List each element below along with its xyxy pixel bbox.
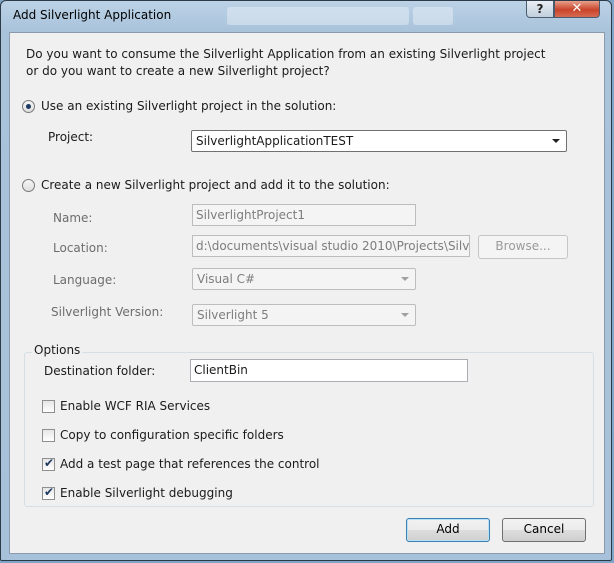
add-button[interactable]: Add [406,518,490,542]
chevron-down-icon [401,277,409,281]
checkmark-icon: ✔ [44,456,55,470]
language-value: Visual C# [197,272,256,286]
wcf-ria-label[interactable]: Enable WCF RIA Services [60,399,210,413]
wcf-ria-checkbox[interactable] [42,400,55,413]
use-existing-radio[interactable] [22,100,35,113]
location-label: Location: [53,241,108,255]
language-label: Language: [53,273,117,287]
title-bar[interactable]: Add Silverlight Application ? ✕ [1,1,613,31]
checkmark-icon: ✔ [44,485,55,499]
test-page-checkbox[interactable]: ✔ [42,456,55,471]
cancel-button[interactable]: Cancel [502,518,586,542]
background-blur [413,7,453,25]
project-value: SilverlightApplicationTEST [196,134,354,148]
version-label: Silverlight Version: [51,305,164,319]
test-page-label[interactable]: Add a test page that references the cont… [60,457,320,471]
use-existing-label[interactable]: Use an existing Silverlight project in t… [41,99,336,113]
destination-folder-value: ClientBin [194,363,248,377]
project-select[interactable]: SilverlightApplicationTEST [191,130,567,152]
version-value: Silverlight 5 [197,308,269,322]
radio-selected-dot [26,104,31,109]
chevron-down-icon [401,313,409,317]
destination-folder-input[interactable]: ClientBin [190,359,468,382]
language-select[interactable]: Visual C# [192,268,416,290]
help-button[interactable]: ? [526,1,554,18]
silverlight-debugging-checkbox[interactable]: ✔ [42,485,55,500]
dialog-title: Add Silverlight Application [13,8,172,22]
location-input[interactable]: d:\documents\visual studio 2010\Projects… [192,235,470,257]
dialog-window: Add Silverlight Application ? ✕ Do you w… [0,0,612,561]
destination-folder-label: Destination folder: [44,364,156,378]
options-group-title: Options [32,343,83,357]
create-new-radio[interactable] [22,179,35,192]
chevron-down-icon [552,139,560,143]
copy-config-label[interactable]: Copy to configuration specific folders [60,428,284,442]
copy-config-checkbox[interactable] [42,429,55,442]
silverlight-debugging-label[interactable]: Enable Silverlight debugging [60,486,233,500]
project-label: Project: [48,130,94,144]
create-new-label[interactable]: Create a new Silverlight project and add… [41,178,390,192]
close-button[interactable]: ✕ [554,1,600,18]
name-value: SilverlightProject1 [196,208,305,222]
question-text: Do you want to consume the Silverlight A… [26,47,546,78]
background-blur [227,7,409,25]
version-select[interactable]: Silverlight 5 [192,304,416,326]
dialog-body: Do you want to consume the Silverlight A… [9,32,605,554]
name-input[interactable]: SilverlightProject1 [192,204,416,226]
name-label: Name: [53,211,93,225]
browse-button[interactable]: Browse... [478,235,568,259]
location-value: d:\documents\visual studio 2010\Projects… [196,239,470,253]
